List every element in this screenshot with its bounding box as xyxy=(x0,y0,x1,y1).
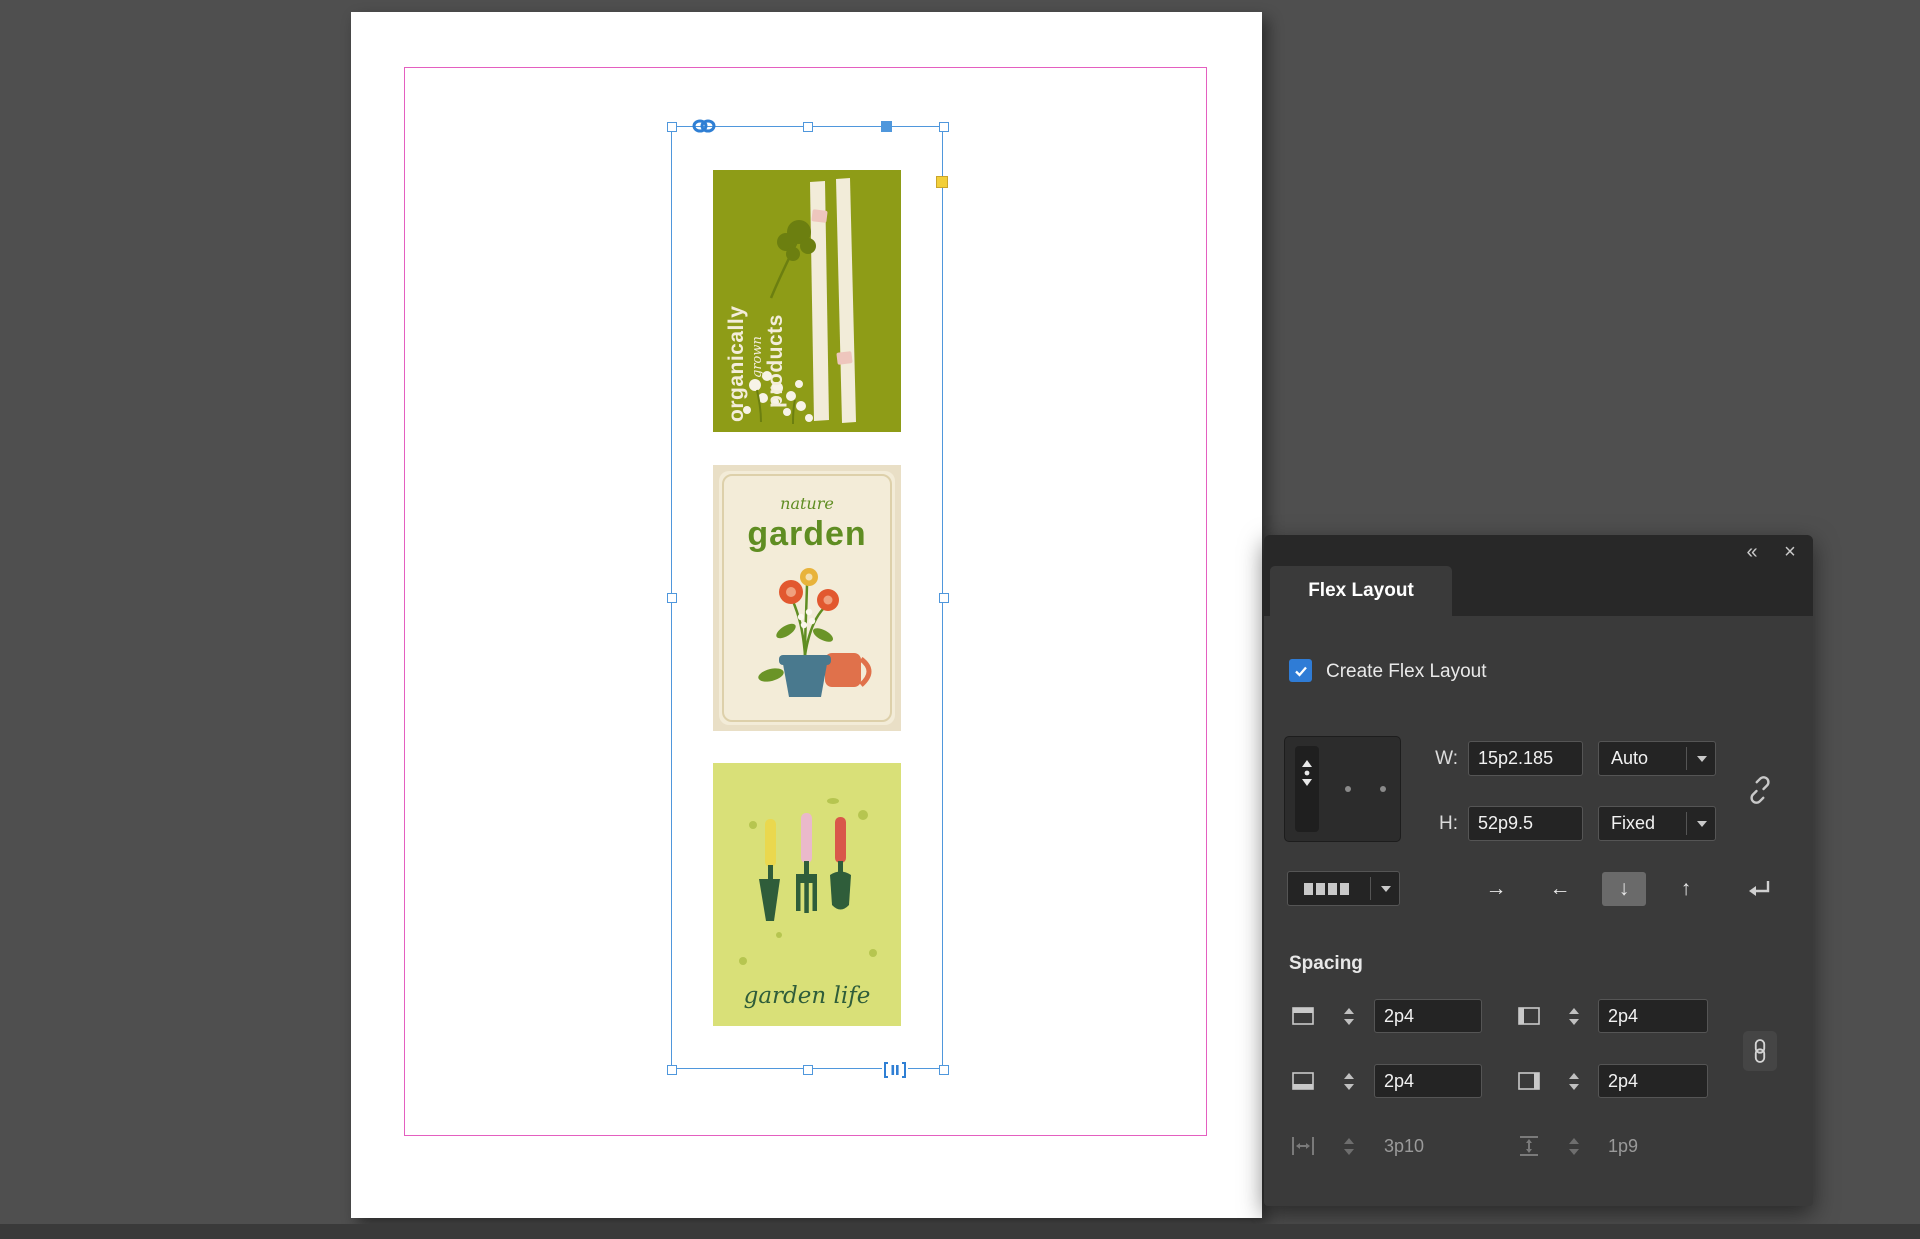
chain-link-icon xyxy=(1749,1037,1771,1065)
direction-left-button[interactable]: ← xyxy=(1538,872,1582,906)
application-pasteboard: organically grown products nature garden xyxy=(0,0,1920,1239)
selection-handle-mid-left[interactable] xyxy=(667,593,677,603)
height-mode-dropdown[interactable]: Fixed xyxy=(1598,806,1716,841)
unlink-dimensions-button[interactable] xyxy=(1742,772,1778,808)
link-spacing-button[interactable] xyxy=(1743,1031,1777,1071)
dropdown-separator xyxy=(1686,812,1687,835)
spacing-top-icon xyxy=(1290,1003,1316,1029)
height-label: H: xyxy=(1414,806,1458,841)
width-mode-dropdown[interactable]: Auto xyxy=(1598,741,1716,776)
height-mode-value: Fixed xyxy=(1611,813,1655,833)
gap-vertical-stepper xyxy=(1563,1129,1585,1163)
direction-right-button[interactable]: → xyxy=(1474,872,1518,906)
spacing-top-input[interactable]: 2p4 xyxy=(1374,999,1482,1033)
gap-vertical-input: 1p9 xyxy=(1598,1129,1708,1163)
width-mode-value: Auto xyxy=(1611,748,1648,768)
wrap-return-icon xyxy=(1746,877,1774,901)
flex-layout-panel: « × Flex Layout Create Flex Layout W: 15 xyxy=(1264,535,1813,1206)
spacing-right-input[interactable]: 2p4 xyxy=(1598,1064,1708,1098)
distribute-icon xyxy=(1302,879,1354,899)
bottom-scrollbar-track[interactable] xyxy=(0,1224,1920,1239)
auto-size-handle[interactable] xyxy=(881,121,892,132)
panel-collapse-button[interactable]: « xyxy=(1739,539,1765,565)
proxy-dot xyxy=(1380,786,1386,792)
flex-badge-icon xyxy=(882,1061,908,1079)
flex-axis-handle[interactable] xyxy=(1295,746,1319,832)
gap-horizontal-icon xyxy=(1290,1133,1316,1159)
panel-close-button[interactable]: × xyxy=(1777,539,1803,565)
linked-content-badge[interactable] xyxy=(692,117,716,135)
selection-handle-top-right[interactable] xyxy=(939,122,949,132)
create-flex-layout-checkbox[interactable] xyxy=(1289,659,1312,682)
proxy-dot xyxy=(1345,786,1351,792)
dropdown-separator xyxy=(1686,747,1687,770)
spacing-bottom-icon xyxy=(1290,1068,1316,1094)
chain-link-icon xyxy=(692,117,716,135)
chevron-down-icon xyxy=(1697,821,1707,827)
spacing-left-icon xyxy=(1516,1003,1542,1029)
gap-horizontal-input: 3p10 xyxy=(1374,1129,1482,1163)
chevron-down-icon xyxy=(1697,756,1707,762)
vertical-arrows-icon xyxy=(1301,760,1313,786)
gap-vertical-icon xyxy=(1516,1133,1542,1159)
selection-handle-top-center[interactable] xyxy=(803,122,813,132)
create-flex-layout-label: Create Flex Layout xyxy=(1326,661,1487,683)
broken-chain-icon xyxy=(1746,776,1774,804)
direction-down-button[interactable]: ↓ xyxy=(1602,872,1646,906)
tab-flex-layout[interactable]: Flex Layout xyxy=(1270,566,1452,616)
spacing-heading: Spacing xyxy=(1289,953,1363,975)
spacing-left-stepper[interactable] xyxy=(1563,999,1585,1033)
height-input[interactable]: 52p9.5 xyxy=(1468,806,1583,841)
wrap-button[interactable] xyxy=(1742,872,1778,906)
width-label: W: xyxy=(1414,741,1458,776)
chevron-down-icon xyxy=(1381,886,1391,892)
width-input[interactable]: 15p2.185 xyxy=(1468,741,1583,776)
selection-handle-top-left[interactable] xyxy=(667,122,677,132)
corner-options-widget[interactable] xyxy=(936,176,948,188)
spacing-top-stepper[interactable] xyxy=(1338,999,1360,1033)
spacing-bottom-stepper[interactable] xyxy=(1338,1064,1360,1098)
gap-horizontal-stepper xyxy=(1338,1129,1360,1163)
selection-handle-bottom-center[interactable] xyxy=(803,1065,813,1075)
flex-anchor-proxy[interactable] xyxy=(1284,736,1401,842)
spacing-right-icon xyxy=(1516,1068,1542,1094)
spacing-bottom-input[interactable]: 2p4 xyxy=(1374,1064,1482,1098)
spacing-left-input[interactable]: 2p4 xyxy=(1598,999,1708,1033)
selection-handle-bottom-left[interactable] xyxy=(667,1065,677,1075)
selection-frame[interactable] xyxy=(671,126,943,1069)
selection-handle-bottom-right[interactable] xyxy=(939,1065,949,1075)
document-page[interactable]: organically grown products nature garden xyxy=(351,12,1262,1218)
checkmark-icon xyxy=(1293,663,1309,679)
dropdown-separator xyxy=(1370,877,1371,900)
selection-handle-mid-right[interactable] xyxy=(939,593,949,603)
flex-layout-badge[interactable] xyxy=(882,1061,908,1079)
direction-up-button[interactable]: ↑ xyxy=(1664,872,1708,906)
packing-dropdown[interactable] xyxy=(1287,871,1400,906)
spacing-right-stepper[interactable] xyxy=(1563,1064,1585,1098)
